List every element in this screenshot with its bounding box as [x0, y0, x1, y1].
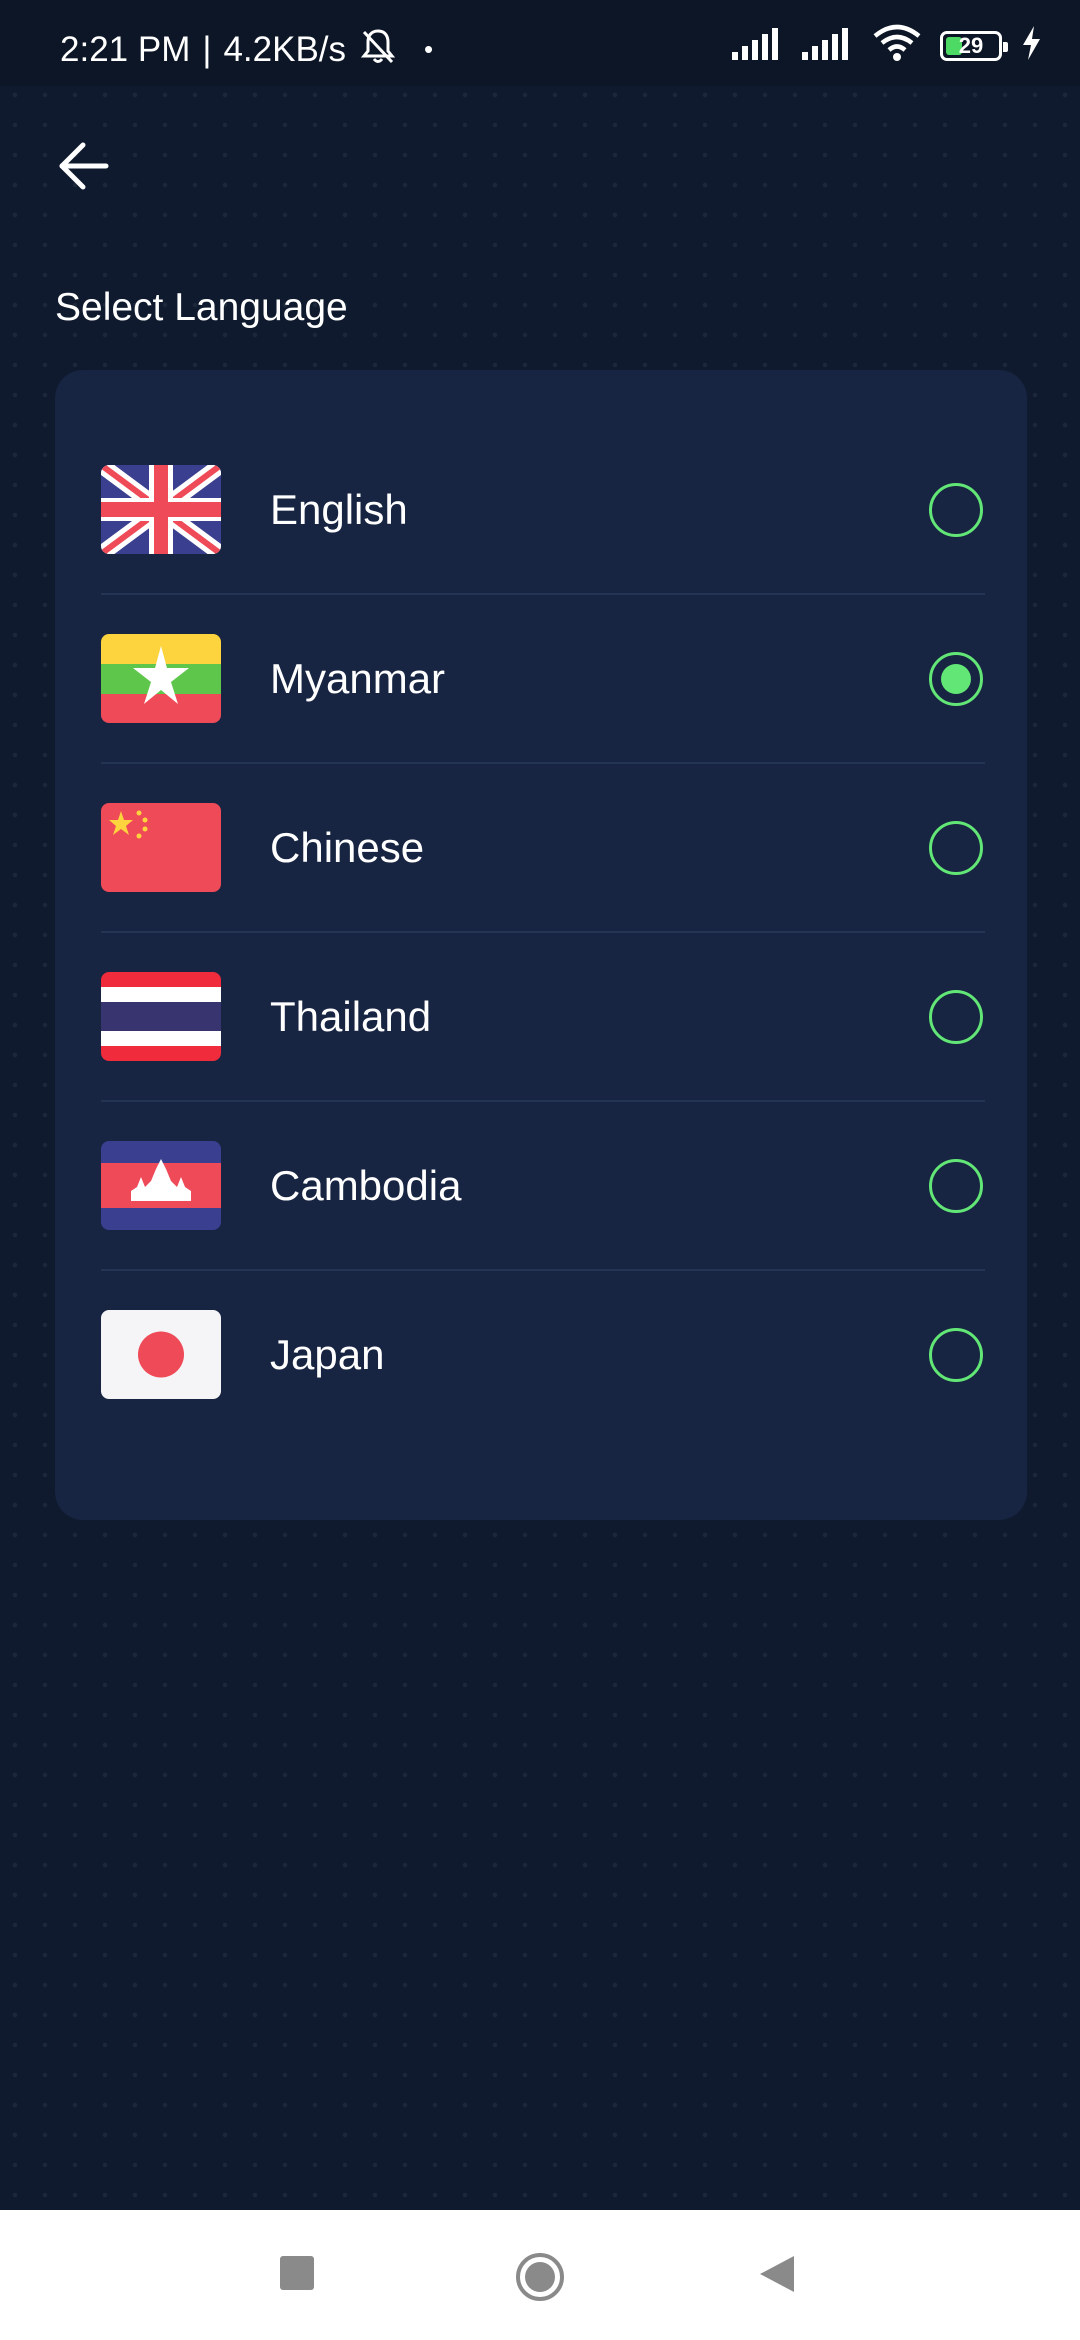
status-right: 29	[732, 24, 1042, 67]
language-label: Cambodia	[270, 1161, 462, 1209]
status-net-speed: 4.2KB/s	[223, 29, 347, 69]
language-option-japan[interactable]: Japan	[101, 1271, 985, 1438]
language-option-chinese[interactable]: Chinese	[101, 764, 985, 933]
language-label: Thailand	[270, 992, 432, 1040]
battery-level: 29	[958, 32, 984, 58]
square-icon	[280, 2256, 314, 2294]
radio-selected[interactable]	[929, 651, 983, 706]
back-button[interactable]	[52, 136, 116, 200]
language-option-myanmar[interactable]: Myanmar	[101, 595, 985, 764]
language-option-cambodia[interactable]: Cambodia	[101, 1102, 985, 1271]
status-left: 2:21 PM | 4.2KB/s •	[60, 26, 433, 72]
recents-button[interactable]	[280, 2256, 314, 2295]
wifi-icon	[872, 24, 922, 67]
status-time: 2:21 PM	[60, 29, 191, 69]
radio-dot	[941, 663, 971, 694]
page-title: Select Language	[55, 286, 348, 329]
thailand-flag-icon	[101, 972, 221, 1061]
charging-icon	[1020, 25, 1042, 66]
triangle-back-icon	[760, 2256, 794, 2296]
status-bar: 2:21 PM | 4.2KB/s • 29	[0, 0, 1080, 86]
language-card: English Myanmar Chinese Thailand Cambodi…	[55, 370, 1027, 1520]
home-button[interactable]	[514, 2251, 566, 2308]
radio-unselected[interactable]	[929, 482, 983, 537]
language-label: Japan	[270, 1330, 385, 1378]
cambodia-flag-icon	[101, 1141, 221, 1230]
uk-flag-icon	[101, 465, 221, 554]
china-flag-icon	[101, 803, 221, 892]
bell-off-icon	[358, 26, 398, 72]
language-label: Myanmar	[270, 654, 446, 702]
language-label: Chinese	[270, 823, 425, 871]
battery-icon: 29	[940, 30, 1008, 61]
system-nav-bar	[0, 2210, 1080, 2340]
notification-dot: •	[424, 34, 434, 64]
language-list: English Myanmar Chinese Thailand Cambodi…	[101, 426, 985, 1438]
radio-unselected[interactable]	[929, 1158, 983, 1213]
language-option-english[interactable]: English	[101, 426, 985, 595]
circle-icon	[514, 2253, 566, 2307]
radio-unselected[interactable]	[929, 989, 983, 1044]
radio-unselected[interactable]	[929, 1327, 983, 1382]
radio-unselected[interactable]	[929, 820, 983, 875]
japan-flag-icon	[101, 1310, 221, 1399]
language-option-thailand[interactable]: Thailand	[101, 933, 985, 1102]
status-separator: |	[202, 29, 212, 69]
signal-icon-2	[802, 26, 854, 65]
signal-icon	[732, 26, 784, 65]
language-label: English	[270, 485, 408, 533]
arrow-left-icon	[56, 138, 112, 199]
myanmar-flag-icon	[101, 634, 221, 723]
system-back-button[interactable]	[760, 2256, 794, 2297]
